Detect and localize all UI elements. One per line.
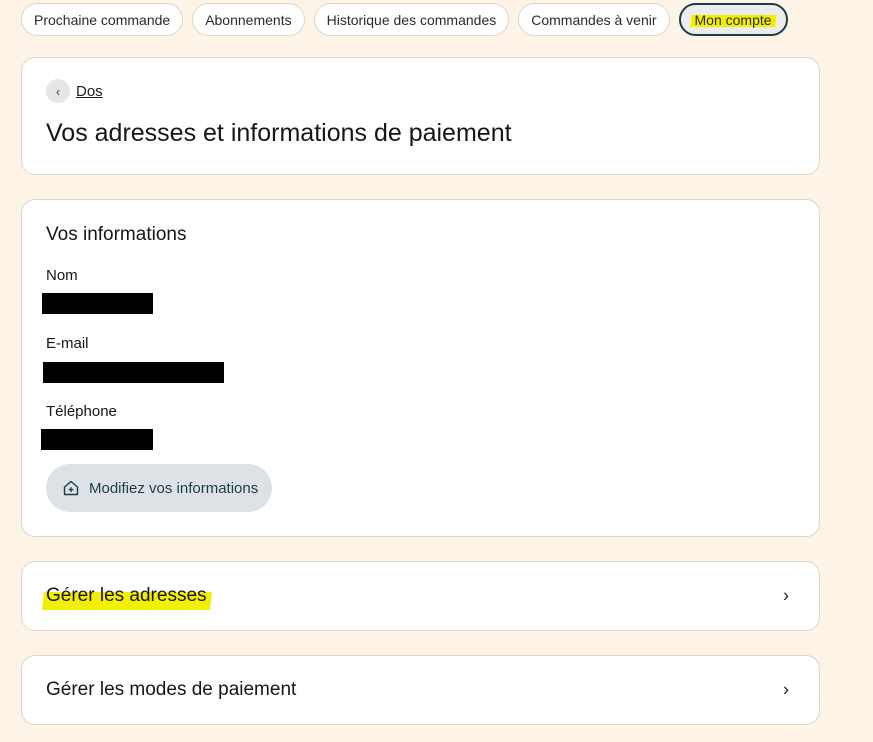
email-value-redacted	[43, 362, 224, 383]
chevron-right-icon: ›	[783, 679, 789, 700]
back-label: Dos	[76, 82, 103, 100]
name-label: Nom	[46, 267, 78, 284]
phone-label: Téléphone	[46, 403, 117, 420]
tab-prochaine-commande[interactable]: Prochaine commande	[21, 3, 184, 36]
section-title: Vos informations	[46, 224, 187, 245]
row-label-wrap: Gérer les modes de paiement	[46, 679, 296, 701]
manage-payment-label: Gérer les modes de paiement	[46, 679, 297, 700]
tab-label: Prochaine commande	[34, 11, 171, 28]
page-title: Vos adresses et informations de paiement	[46, 119, 512, 147]
name-value-redacted	[42, 293, 153, 314]
manage-addresses-row[interactable]: Gérer les adresses ›	[21, 561, 820, 631]
tab-label: Commandes à venir	[531, 11, 657, 28]
chevron-left-icon: ‹	[46, 79, 70, 103]
back-link[interactable]: ‹ Dos	[46, 79, 103, 103]
tab-highlight: Mon compte	[693, 12, 774, 28]
manage-payment-row[interactable]: Gérer les modes de paiement ›	[21, 655, 820, 725]
email-label: E-mail	[46, 335, 89, 352]
home-icon	[62, 479, 80, 497]
chevron-right-icon: ›	[783, 585, 789, 606]
tab-abonnements[interactable]: Abonnements	[192, 3, 305, 36]
edit-info-button[interactable]: Modifiez vos informations	[46, 464, 273, 512]
header-card: ‹ Dos Vos adresses et informations de pa…	[21, 57, 820, 175]
row-highlight: Gérer les adresses	[46, 585, 207, 607]
tab-commandes-a-venir[interactable]: Commandes à venir	[518, 3, 670, 36]
info-card: Vos informations Nom E-mail Téléphone Mo…	[21, 199, 820, 537]
manage-addresses-label: Gérer les adresses	[46, 585, 207, 606]
tab-historique[interactable]: Historique des commandes	[313, 3, 510, 36]
tab-label: Abonnements	[205, 11, 292, 28]
tab-label: Historique des commandes	[326, 11, 497, 28]
edit-info-label: Modifiez vos informations	[89, 479, 259, 497]
account-tabs: Prochaine commande Abonnements Historiqu…	[21, 3, 788, 36]
tab-label: Mon compte	[694, 11, 772, 28]
phone-value-redacted	[41, 429, 153, 450]
tab-mon-compte[interactable]: Mon compte	[678, 3, 788, 36]
